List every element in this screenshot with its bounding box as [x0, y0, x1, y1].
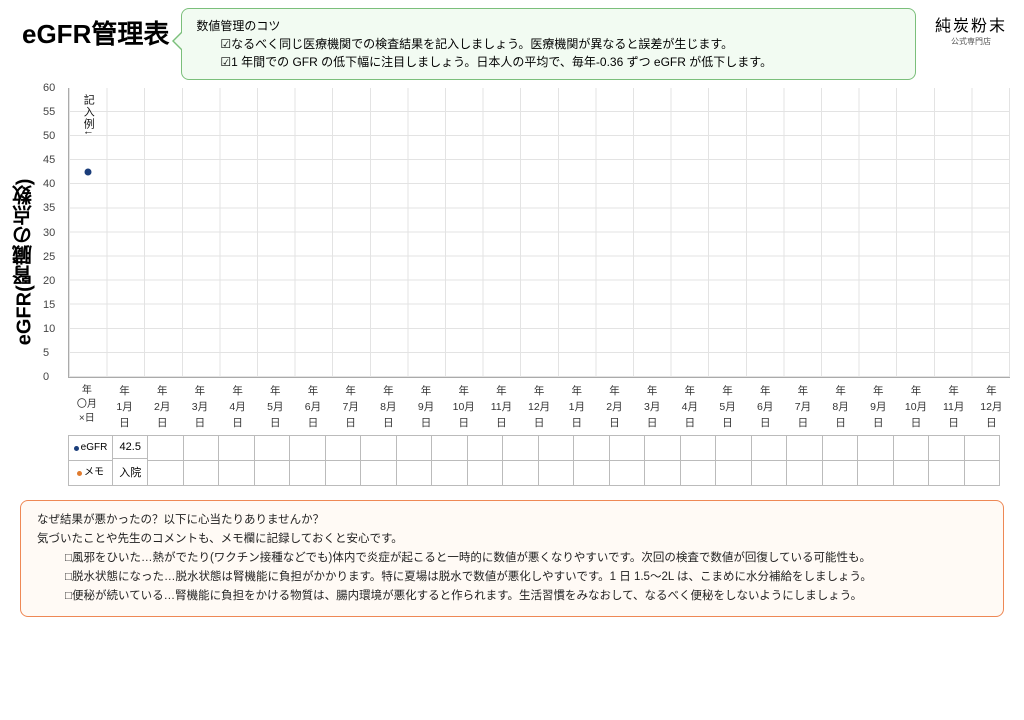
xaxis-day: ×日: [68, 412, 106, 426]
xaxis-col: 年1月日: [558, 378, 596, 435]
xaxis-col: 年9月日: [859, 378, 897, 435]
table-col: [361, 436, 396, 485]
table-col: [858, 436, 893, 485]
chart-row: eGFR(腎臓の点数) 0 5 10 15 20 25 30 35 40 45 …: [10, 88, 1014, 435]
ytick: 25: [43, 251, 55, 263]
table-col: [965, 436, 1000, 485]
table-col: [645, 436, 680, 485]
tip-title: 数値管理のコツ: [196, 17, 901, 35]
table-col: [184, 436, 219, 485]
xaxis-col: 年3月日: [633, 378, 671, 435]
data-point-example: [84, 169, 91, 176]
table-col: [326, 436, 361, 485]
xaxis-col: 年5月日: [709, 378, 747, 435]
xaxis-col: 年10月日: [897, 378, 935, 435]
table-header-egfr: eGFR: [69, 436, 112, 461]
table-col: [503, 436, 538, 485]
ytick: 5: [43, 347, 49, 359]
xaxis-col: 年6月日: [294, 378, 332, 435]
xaxis-col: 年3月日: [181, 378, 219, 435]
ytick: 15: [43, 299, 55, 311]
ytick: 40: [43, 178, 55, 190]
data-table: eGFR メモ 42.5 入院: [68, 435, 1000, 486]
header: eGFR管理表 数値管理のコツ ☑なるべく同じ医療機関での検査結果を記入しましょ…: [10, 8, 1014, 80]
brand-subtitle: 公式専門店: [928, 36, 1014, 47]
table-col: [574, 436, 609, 485]
table-col: [823, 436, 858, 485]
table-col: [468, 436, 503, 485]
notes-line: なぜ結果が悪かったの？以下に心当たりありませんか？: [37, 511, 987, 530]
xaxis-col: 年9月日: [407, 378, 445, 435]
table-col: [397, 436, 432, 485]
table-col: [290, 436, 325, 485]
cell-memo: 入院: [113, 459, 147, 485]
table-col: [539, 436, 574, 485]
table-body: 42.5 入院: [113, 436, 1000, 485]
table-header-memo: メモ: [69, 461, 112, 485]
notes-line: □脱水状態になった…脱水状態は腎機能に負担がかかります。特に夏場は脱水で数値が悪…: [37, 568, 987, 587]
notes-line: 気づいたことや先生のコメントも、メモ欄に記録しておくと安心です。: [37, 530, 987, 549]
dot-icon: [74, 446, 79, 451]
xaxis-col: 年2月日: [596, 378, 634, 435]
table-col: [716, 436, 751, 485]
table-col: [752, 436, 787, 485]
xaxis-col: 年1月日: [106, 378, 144, 435]
y-axis-label: eGFR(腎臓の点数): [10, 88, 38, 435]
x-axis: 年 〇月 ×日 年1月日 年2月日 年3月日 年4月日 年5月日 年6月日 年7…: [68, 378, 1010, 435]
xaxis-col: 年11月日: [935, 378, 973, 435]
ytick: 60: [43, 82, 55, 94]
brand-block: 純炭粉末 公式専門店: [928, 8, 1014, 47]
example-annotation: 記入例↓: [80, 94, 96, 137]
xaxis-col: 年12月日: [973, 378, 1011, 435]
tip-line-2: ☑1 年間での GFR の低下幅に注目しましょう。日本人の平均で、毎年-0.36…: [196, 53, 901, 71]
table-col: [219, 436, 254, 485]
ytick: 10: [43, 323, 55, 335]
notes-line: □風邪をひいた…熱がでたり(ワクチン接種などでも)体内で炎症が起こると一時的に数…: [37, 549, 987, 568]
tip-line-1: ☑なるべく同じ医療機関での検査結果を記入しましょう。医療機関が異なると誤差が生じ…: [196, 35, 901, 53]
ytick: 55: [43, 106, 55, 118]
xaxis-col: 年8月日: [370, 378, 408, 435]
tips-callout: 数値管理のコツ ☑なるべく同じ医療機関での検査結果を記入しましょう。医療機関が異…: [181, 8, 916, 80]
table-col: [148, 436, 183, 485]
ytick: 45: [43, 154, 55, 166]
table-col-example: 42.5 入院: [113, 436, 148, 485]
page: eGFR管理表 数値管理のコツ ☑なるべく同じ医療機関での検査結果を記入しましょ…: [0, 0, 1024, 720]
xaxis-col: 年4月日: [671, 378, 709, 435]
ytick: 50: [43, 130, 55, 142]
notes-callout: なぜ結果が悪かったの？以下に心当たりありませんか？ 気づいたことや先生のコメント…: [20, 500, 1004, 617]
xaxis-month: 〇月: [68, 398, 106, 412]
xaxis-first-col: 年 〇月 ×日: [68, 378, 106, 435]
table-col: [432, 436, 467, 485]
xaxis-col: 年8月日: [822, 378, 860, 435]
brand-name: 純炭粉末: [928, 12, 1014, 36]
dot-icon: [77, 471, 82, 476]
plot-area: 0 5 10 15 20 25 30 35 40 45 50 55 60 記入例…: [38, 88, 1014, 435]
ytick: 20: [43, 275, 55, 287]
xaxis-year: 年: [68, 384, 106, 398]
ytick: 35: [43, 202, 55, 214]
xaxis-col: 年6月日: [746, 378, 784, 435]
notes-line: □便秘が続いている…腎機能に負担をかける物質は、腸内環境が悪化すると作られます。…: [37, 587, 987, 606]
table-col: [787, 436, 822, 485]
table-col: [681, 436, 716, 485]
xaxis-col: 年12月日: [520, 378, 558, 435]
xaxis-col: 年7月日: [784, 378, 822, 435]
page-title: eGFR管理表: [10, 8, 169, 51]
xaxis-col: 年11月日: [483, 378, 521, 435]
table-col: [894, 436, 929, 485]
cell-egfr: 42.5: [113, 436, 147, 459]
xaxis-col: 年5月日: [256, 378, 294, 435]
table-col: [255, 436, 290, 485]
xaxis-col: 年2月日: [143, 378, 181, 435]
xaxis-col: 年7月日: [332, 378, 370, 435]
ytick: 30: [43, 227, 55, 239]
table-header-col: eGFR メモ: [69, 436, 113, 485]
plot: 0 5 10 15 20 25 30 35 40 45 50 55 60 記入例…: [68, 88, 1010, 378]
ytick: 0: [43, 371, 49, 383]
table-col: [610, 436, 645, 485]
xaxis-col: 年10月日: [445, 378, 483, 435]
xaxis-col: 年4月日: [219, 378, 257, 435]
table-col: [929, 436, 964, 485]
